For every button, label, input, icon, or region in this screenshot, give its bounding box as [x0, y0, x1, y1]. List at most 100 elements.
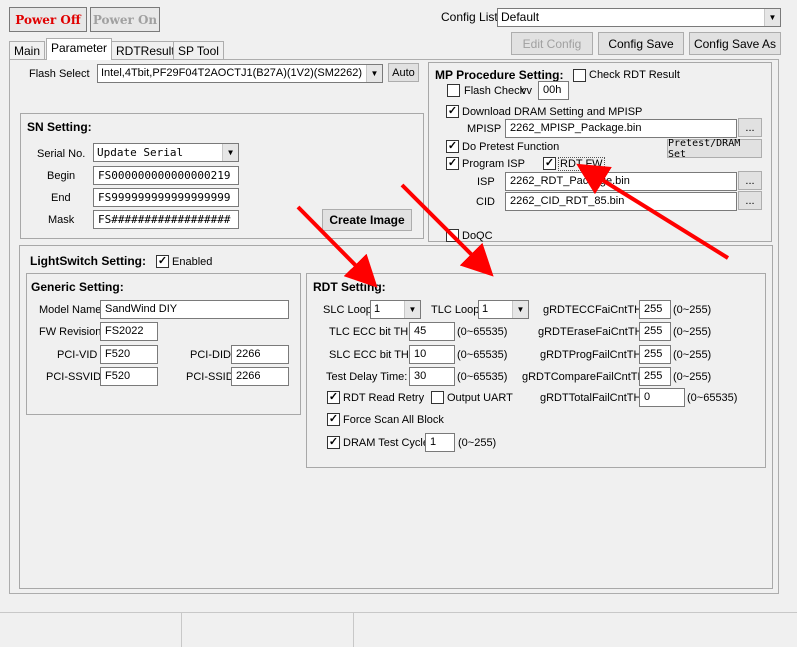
pci-did-field[interactable]: 2266 — [231, 345, 289, 364]
create-image-button[interactable]: Create Image — [322, 209, 412, 231]
tlc-ecc-field[interactable]: 45 — [409, 322, 455, 341]
auto-button[interactable]: Auto — [388, 63, 419, 82]
flash-check-checkbox[interactable] — [447, 84, 460, 97]
g-total-range: (0~65535) — [687, 392, 738, 404]
g-compare-range: (0~255) — [673, 371, 712, 383]
end-field[interactable]: FS999999999999999999 — [93, 188, 239, 207]
pci-ssvid-field[interactable]: F520 — [100, 367, 158, 386]
test-delay-label: Test Delay Time: — [326, 371, 408, 383]
flash-select-combo[interactable]: Intel,4Tbit,PF29F04T2AOCTJ1(B27A)(1V2)(S… — [97, 64, 383, 83]
force-scan-label: Force Scan All Block — [343, 414, 444, 426]
end-label: End — [51, 192, 71, 204]
doqc-checkbox[interactable] — [446, 229, 459, 242]
tlc-loop-select[interactable]: 1 ▼ — [478, 300, 529, 319]
pci-ssvid-label: PCI-SSVID — [46, 371, 102, 383]
dram-test-cycle-checkbox[interactable]: ✓ — [327, 436, 340, 449]
pci-ssid-label: PCI-SSID — [186, 371, 234, 383]
slc-ecc-label: SLC ECC bit TH: — [329, 349, 412, 361]
mask-field[interactable]: FS################## — [93, 210, 239, 229]
dram-test-cycle-field[interactable]: 1 — [425, 433, 455, 452]
chevron-down-icon: ▼ — [512, 301, 528, 318]
chevron-down-icon: ▼ — [222, 144, 238, 161]
isp-field[interactable]: 2262_RDT_Package.bin — [505, 172, 737, 191]
mpisp-browse-button[interactable]: ... — [738, 118, 762, 137]
slc-loop-select[interactable]: 1 ▼ — [370, 300, 421, 319]
g-ecc-field[interactable]: 255 — [639, 300, 671, 319]
doqc-label: DoQC — [462, 230, 493, 242]
download-dram-checkbox[interactable]: ✓ — [446, 105, 459, 118]
slc-ecc-field[interactable]: 10 — [409, 345, 455, 364]
rdt-fw-checkbox[interactable]: ✓ — [543, 157, 556, 170]
rdt-fw-label: RDT FW — [558, 157, 605, 171]
mpisp-field[interactable]: 2262_MPISP_Package.bin — [505, 119, 737, 138]
flash-check-label: Flash Check — [464, 85, 526, 97]
g-ecc-label: gRDTECCFaiCntTH: — [543, 304, 646, 316]
generic-setting-group — [26, 273, 301, 415]
g-total-label: gRDTTotalFailCntTH: — [540, 392, 645, 404]
g-erase-label: gRDTEraseFaiCntTH: — [538, 326, 646, 338]
pci-did-label: PCI-DID — [190, 349, 231, 361]
lightswitch-enabled-checkbox[interactable]: ✓ — [156, 255, 169, 268]
begin-field[interactable]: FS000000000000000219 — [93, 166, 239, 185]
chevron-down-icon: ▼ — [366, 65, 382, 82]
g-prog-range: (0~255) — [673, 349, 712, 361]
download-dram-label: Download DRAM Setting and MPISP — [462, 106, 643, 118]
tlc-ecc-label: TLC ECC bit TH: — [329, 326, 412, 338]
flash-select-label: Flash Select — [29, 68, 90, 80]
chevron-down-icon: ▼ — [404, 301, 420, 318]
flash-select-value: Intel,4Tbit,PF29F04T2AOCTJ1(B27A)(1V2)(S… — [101, 67, 363, 79]
slc-ecc-range: (0~65535) — [457, 349, 508, 361]
fw-revision-field[interactable]: FS2022 — [100, 322, 158, 341]
vv-label: vv — [521, 85, 532, 97]
g-compare-label: gRDTCompareFailCntTH: — [522, 371, 649, 383]
rdt-read-retry-label: RDT Read Retry — [343, 392, 425, 404]
serial-no-value: Update Serial — [97, 146, 184, 159]
pci-vid-label: PCI-VID — [57, 349, 98, 361]
g-prog-field[interactable]: 255 — [639, 345, 671, 364]
model-name-field[interactable]: SandWind DIY — [100, 300, 289, 319]
tab-parameter[interactable]: Parameter — [46, 38, 113, 60]
mpisp-label: MPISP — [467, 123, 502, 135]
g-prog-label: gRDTProgFailCntTH: — [540, 349, 645, 361]
fw-revision-label: FW Revision — [39, 326, 102, 338]
tlc-loop-value: 1 — [482, 303, 489, 315]
output-uart-checkbox[interactable] — [431, 391, 444, 404]
test-delay-range: (0~65535) — [457, 371, 508, 383]
pci-vid-field[interactable]: F520 — [100, 345, 158, 364]
cid-label: CID — [476, 196, 495, 208]
isp-label: ISP — [477, 176, 495, 188]
test-delay-field[interactable]: 30 — [409, 367, 455, 386]
g-compare-field[interactable]: 255 — [639, 367, 671, 386]
isp-browse-button[interactable]: ... — [738, 171, 762, 190]
rdt-setting-title: RDT Setting: — [312, 280, 387, 294]
model-name-label: Model Name — [39, 304, 102, 316]
status-bar-divider — [353, 613, 354, 647]
do-pretest-label: Do Pretest Function — [462, 141, 560, 153]
sn-setting-title: SN Setting: — [26, 120, 93, 134]
mask-label: Mask — [48, 214, 75, 226]
g-erase-field[interactable]: 255 — [639, 322, 671, 341]
cid-field[interactable]: 2262_CID_RDT_85.bin — [505, 192, 737, 211]
lightswitch-title: LightSwitch Setting: — [29, 254, 147, 268]
begin-label: Begin — [47, 170, 76, 182]
dram-test-cycle-label: DRAM Test Cycle: — [343, 437, 433, 449]
check-rdt-result-checkbox[interactable] — [573, 69, 586, 82]
do-pretest-checkbox[interactable]: ✓ — [446, 140, 459, 153]
lightswitch-enabled-label: Enabled — [172, 256, 213, 268]
program-isp-checkbox[interactable]: ✓ — [446, 157, 459, 170]
pretest-dram-set-button[interactable]: Pretest/DRAM Set — [667, 138, 762, 160]
slc-loop-label: SLC Loop: — [323, 304, 375, 316]
force-scan-checkbox[interactable]: ✓ — [327, 413, 340, 426]
pci-ssid-field[interactable]: 2266 — [231, 367, 289, 386]
vv-field[interactable]: 00h — [538, 81, 569, 100]
slc-loop-value: 1 — [374, 303, 381, 315]
g-total-field[interactable]: 0 — [639, 388, 685, 407]
tlc-loop-label: TLC Loop: — [431, 304, 483, 316]
cid-browse-button[interactable]: ... — [738, 191, 762, 210]
tlc-ecc-range: (0~65535) — [457, 326, 508, 338]
dram-test-cycle-range: (0~255) — [458, 437, 497, 449]
generic-setting-title: Generic Setting: — [30, 280, 125, 294]
mp-procedure-title: MP Procedure Setting: — [434, 68, 565, 82]
serial-no-select[interactable]: Update Serial ▼ — [93, 143, 239, 162]
rdt-read-retry-checkbox[interactable]: ✓ — [327, 391, 340, 404]
